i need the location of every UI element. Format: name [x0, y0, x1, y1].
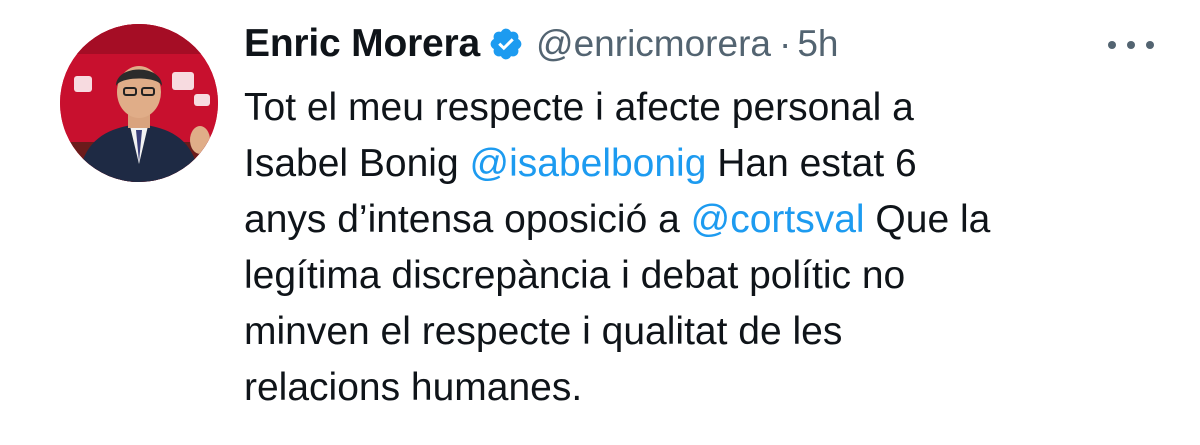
tweet-text-line: Tot el meu respecte i afecte personal a — [244, 80, 1174, 136]
more-options-icon[interactable] — [1108, 30, 1154, 60]
tweet-text-segment: anys d’intensa oposició a — [244, 198, 691, 241]
tweet-text-segment: Isabel Bonig — [244, 142, 470, 185]
tweet-text-segment: legítima discrepància i debat polític no — [244, 254, 906, 297]
tweet-text-segment: minven el respecte i qualitat de les — [244, 310, 843, 353]
tweet-text-line: relacions humanes. — [244, 360, 1174, 416]
tweet-text-segment: Tot el meu respecte i afecte personal a — [244, 86, 914, 129]
avatar-photo — [60, 24, 218, 182]
ellipsis-dot — [1108, 41, 1116, 49]
tweet-text-line: minven el respecte i qualitat de les — [244, 304, 1174, 360]
tweet-text-line: anys d’intensa oposició a @cortsval Que … — [244, 192, 1174, 248]
ellipsis-dot — [1146, 41, 1154, 49]
mention-link-cortsval[interactable]: @cortsval — [691, 198, 865, 241]
tweet-text-segment: relacions humanes. — [244, 366, 583, 409]
tweet: Enric Morera @enricmorera · 5h Tot el me… — [0, 0, 1200, 445]
tweet-text-segment: Han estat 6 — [706, 142, 917, 185]
verified-badge-icon — [488, 26, 524, 62]
mention-link-isabelbonig[interactable]: @isabelbonig — [470, 142, 707, 185]
tweet-timestamp[interactable]: 5h — [797, 23, 838, 65]
tweet-text-line: Isabel Bonig @isabelbonig Han estat 6 — [244, 136, 1174, 192]
tweet-text-line: legítima discrepància i debat polític no — [244, 248, 1174, 304]
ellipsis-dot — [1127, 41, 1135, 49]
author-avatar[interactable] — [60, 24, 218, 182]
tweet-header: Enric Morera @enricmorera · 5h — [244, 18, 838, 70]
tweet-text: Tot el meu respecte i afecte personal a … — [244, 80, 1174, 416]
author-display-name[interactable]: Enric Morera — [244, 22, 480, 66]
separator-dot: · — [779, 23, 792, 64]
author-handle[interactable]: @enricmorera — [536, 23, 771, 65]
tweet-text-segment: Que la — [864, 198, 991, 241]
